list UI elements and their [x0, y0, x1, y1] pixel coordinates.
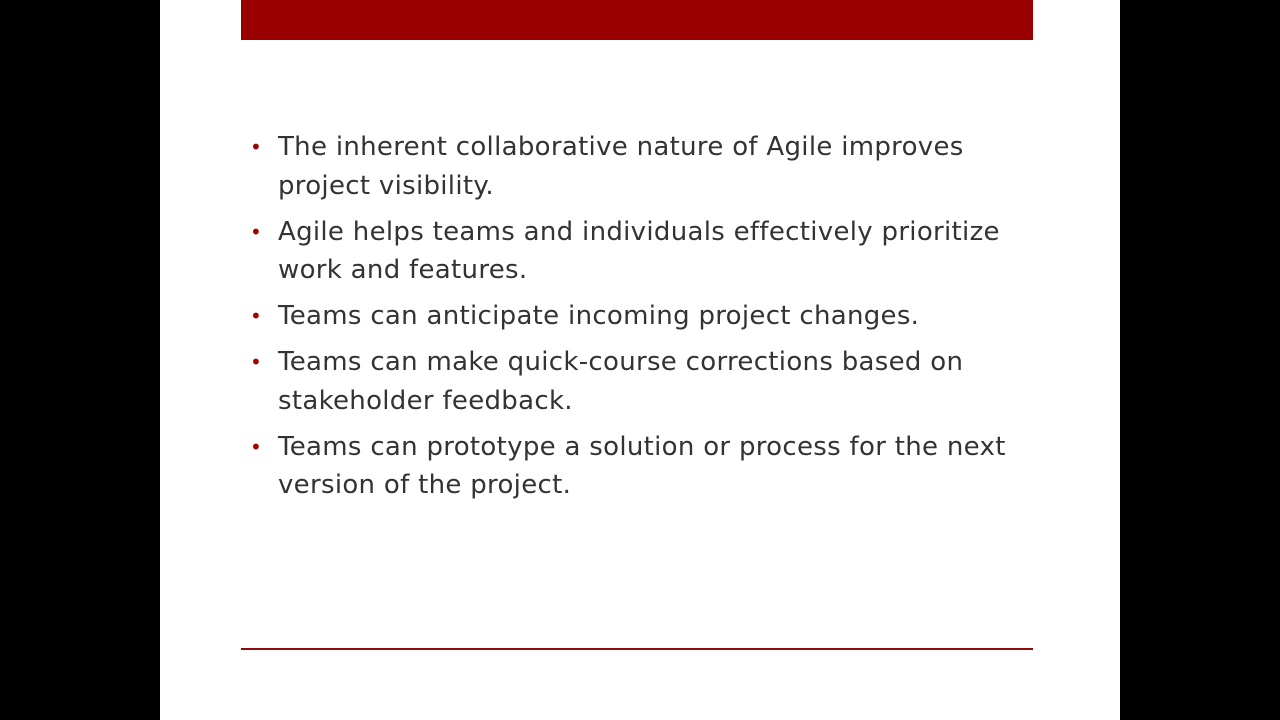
bullet-item: • Agile helps teams and individuals effe…	[248, 213, 1038, 290]
bullet-list: • The inherent collaborative nature of A…	[248, 128, 1038, 512]
bullet-item: • Teams can anticipate incoming project …	[248, 297, 1038, 336]
bullet-dot-icon: •	[250, 304, 263, 328]
bullet-item: • The inherent collaborative nature of A…	[248, 128, 1038, 205]
slide-footer-rule	[241, 648, 1033, 650]
presentation-slide: • The inherent collaborative nature of A…	[160, 0, 1120, 720]
bullet-item: • Teams can make quick-course correction…	[248, 343, 1038, 420]
bullet-text: Teams can make quick-course corrections …	[278, 347, 964, 416]
bullet-dot-icon: •	[250, 135, 263, 159]
bullet-text: Agile helps teams and individuals effect…	[278, 216, 1000, 286]
bullet-text: Teams can prototype a solution or proces…	[278, 431, 1006, 501]
bullet-dot-icon: •	[250, 219, 263, 244]
bullet-text: The inherent collaborative nature of Agi…	[278, 132, 964, 201]
video-frame: • The inherent collaborative nature of A…	[0, 0, 1280, 720]
bullet-dot-icon: •	[250, 350, 263, 374]
slide-header-bar	[241, 0, 1033, 40]
bullet-dot-icon: •	[250, 434, 263, 459]
bullet-item: • Teams can prototype a solution or proc…	[248, 428, 1038, 505]
bullet-text: Teams can anticipate incoming project ch…	[278, 301, 920, 331]
